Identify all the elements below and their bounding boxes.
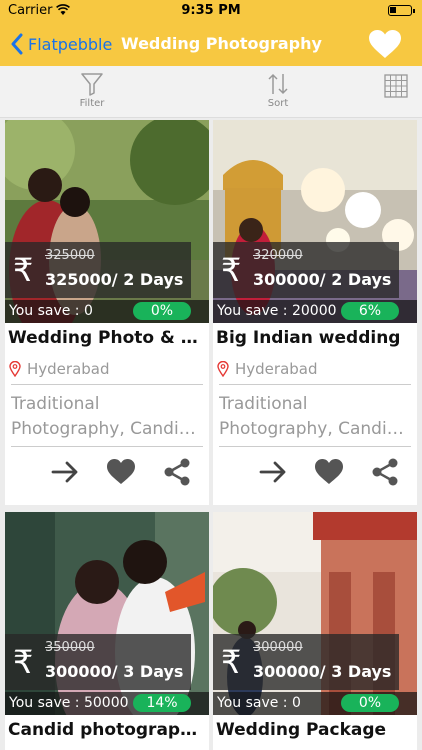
original-price: 320000 <box>253 248 303 263</box>
rupee-icon: ₹ <box>221 251 242 289</box>
listing-card[interactable]: ₹ 300000 300000/ 3 Days You save : 0 0% … <box>213 512 417 750</box>
tags-line: Photography, Candid... <box>219 419 413 439</box>
discount-badge: 6% <box>341 302 399 320</box>
divider <box>11 446 203 447</box>
divider <box>11 384 203 385</box>
listing-location: Hyderabad <box>9 360 110 378</box>
original-price: 350000 <box>45 640 95 655</box>
listing-card[interactable]: ₹ 325000 325000/ 2 Days You save : 0 0% … <box>5 120 209 505</box>
listing-tags: Traditional Photography, Candid... <box>11 392 205 442</box>
discounted-price: 300000/ 3 Days <box>45 662 184 681</box>
discount-badge: 0% <box>341 694 399 712</box>
savings-bar: You save : 0 0% <box>5 300 209 323</box>
listing-card[interactable]: ₹ 320000 300000/ 2 Days You save : 20000… <box>213 120 417 505</box>
rupee-icon: ₹ <box>13 251 34 289</box>
share-icon[interactable] <box>369 456 401 488</box>
arrow-right-icon[interactable] <box>257 456 289 488</box>
savings-amount: You save : 0 <box>9 303 93 319</box>
battery-icon <box>388 5 415 16</box>
sort-label: Sort <box>267 98 289 109</box>
listing-title[interactable]: Wedding Package <box>216 720 414 740</box>
tags-line: Traditional <box>219 394 308 414</box>
divider <box>219 384 411 385</box>
location-text: Hyderabad <box>235 360 318 378</box>
divider <box>219 446 411 447</box>
rupee-icon: ₹ <box>13 643 34 681</box>
arrow-right-icon[interactable] <box>49 456 81 488</box>
price-box: ₹ 320000 300000/ 2 Days <box>213 242 399 298</box>
savings-amount: You save : 50000 <box>9 695 129 711</box>
savings-amount: You save : 20000 <box>217 303 337 319</box>
heart-icon[interactable] <box>105 456 137 488</box>
discounted-price: 325000/ 2 Days <box>45 270 184 289</box>
nav-bar: Flatpebble Wedding Photography <box>0 22 422 66</box>
tags-line: Photography, Candid... <box>11 419 205 439</box>
grid-view-button[interactable] <box>376 74 416 100</box>
status-time: 9:35 PM <box>181 3 241 18</box>
location-text: Hyderabad <box>27 360 110 378</box>
savings-bar: You save : 0 0% <box>213 692 417 715</box>
listing-title[interactable]: Wedding Photo & Vid... <box>8 328 206 348</box>
card-actions <box>213 456 417 490</box>
price-box: ₹ 300000 300000/ 3 Days <box>213 634 399 690</box>
price-box: ₹ 350000 300000/ 3 Days <box>5 634 191 690</box>
discounted-price: 300000/ 2 Days <box>253 270 392 289</box>
discounted-price: 300000/ 3 Days <box>253 662 392 681</box>
listing-location: Hyderabad <box>217 360 318 378</box>
listing-card[interactable]: ₹ 350000 300000/ 3 Days You save : 50000… <box>5 512 209 750</box>
grid-icon <box>384 74 408 98</box>
listing-title[interactable]: Candid photography... <box>8 720 206 740</box>
savings-bar: You save : 20000 6% <box>213 300 417 323</box>
original-price: 325000 <box>45 248 95 263</box>
filter-button[interactable]: Filter <box>62 72 122 109</box>
listing-title[interactable]: Big Indian wedding <box>216 328 414 348</box>
location-pin-icon <box>217 361 229 377</box>
back-label: Flatpebble <box>28 34 113 54</box>
heart-icon[interactable] <box>313 456 345 488</box>
listing-tags: Traditional Photography, Candid... <box>219 392 413 442</box>
discount-badge: 14% <box>133 694 191 712</box>
sort-icon <box>268 73 288 95</box>
tags-line: Traditional <box>11 394 100 414</box>
toolbar: Filter Sort <box>0 66 422 118</box>
savings-amount: You save : 0 <box>217 695 301 711</box>
original-price: 300000 <box>253 640 303 655</box>
share-icon[interactable] <box>161 456 193 488</box>
page-title: Wedding Photography <box>121 34 322 53</box>
card-actions <box>5 456 209 490</box>
back-button[interactable]: Flatpebble <box>10 32 112 56</box>
savings-bar: You save : 50000 14% <box>5 692 209 715</box>
discount-badge: 0% <box>133 302 191 320</box>
filter-icon <box>81 73 103 96</box>
chevron-left-icon <box>11 33 23 55</box>
sort-button[interactable]: Sort <box>248 72 308 109</box>
price-box: ₹ 325000 325000/ 2 Days <box>5 242 191 298</box>
rupee-icon: ₹ <box>221 643 242 681</box>
filter-label: Filter <box>79 98 105 109</box>
location-pin-icon <box>9 361 21 377</box>
status-bar: Carrier 9:35 PM <box>0 0 422 22</box>
favorites-heart-icon[interactable] <box>368 29 402 59</box>
